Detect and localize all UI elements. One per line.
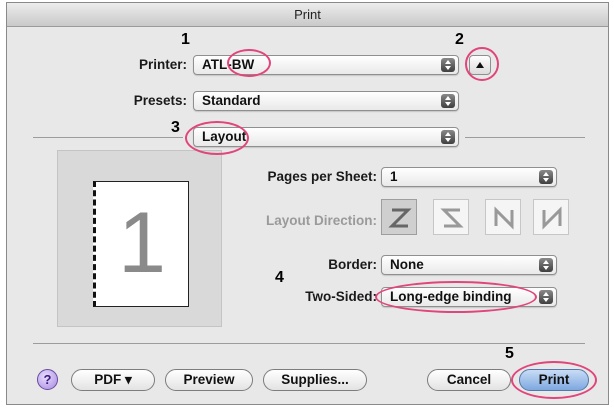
annotation-circle: [465, 47, 499, 81]
callout-5: 5: [505, 345, 514, 362]
supplies-button[interactable]: Supplies...: [263, 369, 367, 391]
presets-value: Standard: [202, 93, 261, 108]
callout-4: 4: [275, 269, 284, 286]
popup-arrows-icon: [539, 258, 553, 272]
direction-z-icon: [388, 208, 412, 228]
two-sided-label: Two-Sided:: [305, 289, 377, 304]
direction-n-reverse-button[interactable]: [533, 199, 569, 235]
cancel-button[interactable]: Cancel: [427, 369, 511, 391]
page-preview: 1: [57, 150, 222, 327]
print-dialog: Print Printer: ATL-BW Presets: Standard …: [6, 2, 609, 405]
direction-s-icon: [440, 208, 464, 228]
preview-page-number: 1: [118, 195, 166, 291]
direction-s-button[interactable]: [433, 199, 469, 235]
preview-button[interactable]: Preview: [165, 369, 253, 391]
annotation-circle: [227, 49, 271, 77]
preview-page: 1: [93, 181, 189, 307]
direction-n-button[interactable]: [485, 199, 521, 235]
help-button[interactable]: ?: [37, 369, 58, 390]
separator: [33, 137, 183, 138]
popup-arrows-icon: [441, 58, 455, 72]
pages-per-sheet-label: Pages per Sheet:: [267, 169, 377, 184]
callout-3: 3: [171, 119, 180, 136]
popup-arrows-icon: [441, 130, 455, 144]
annotation-circle: [375, 281, 537, 313]
pages-per-sheet-popup[interactable]: 1: [381, 167, 557, 187]
border-label: Border:: [328, 257, 377, 272]
border-value: None: [390, 257, 424, 272]
direction-n-reverse-icon: [542, 206, 562, 230]
annotation-circle: [511, 361, 597, 399]
popup-arrows-icon: [539, 290, 553, 304]
annotation-circle: [185, 121, 249, 155]
separator: [33, 343, 585, 344]
popup-arrows-icon: [539, 170, 553, 184]
pdf-button[interactable]: PDF ▾: [71, 369, 155, 391]
separator: [465, 137, 585, 138]
pages-per-sheet-value: 1: [390, 169, 398, 184]
presets-label: Presets:: [133, 93, 187, 108]
presets-popup[interactable]: Standard: [193, 91, 459, 111]
popup-arrows-icon: [441, 94, 455, 108]
callout-1: 1: [181, 31, 190, 48]
callout-2: 2: [455, 31, 464, 48]
direction-n-icon: [494, 206, 514, 230]
layout-direction-label: Layout Direction:: [265, 213, 377, 228]
direction-z-button[interactable]: [381, 199, 417, 235]
window-title: Print: [7, 3, 608, 27]
border-popup[interactable]: None: [381, 255, 557, 275]
printer-label: Printer:: [138, 57, 187, 72]
